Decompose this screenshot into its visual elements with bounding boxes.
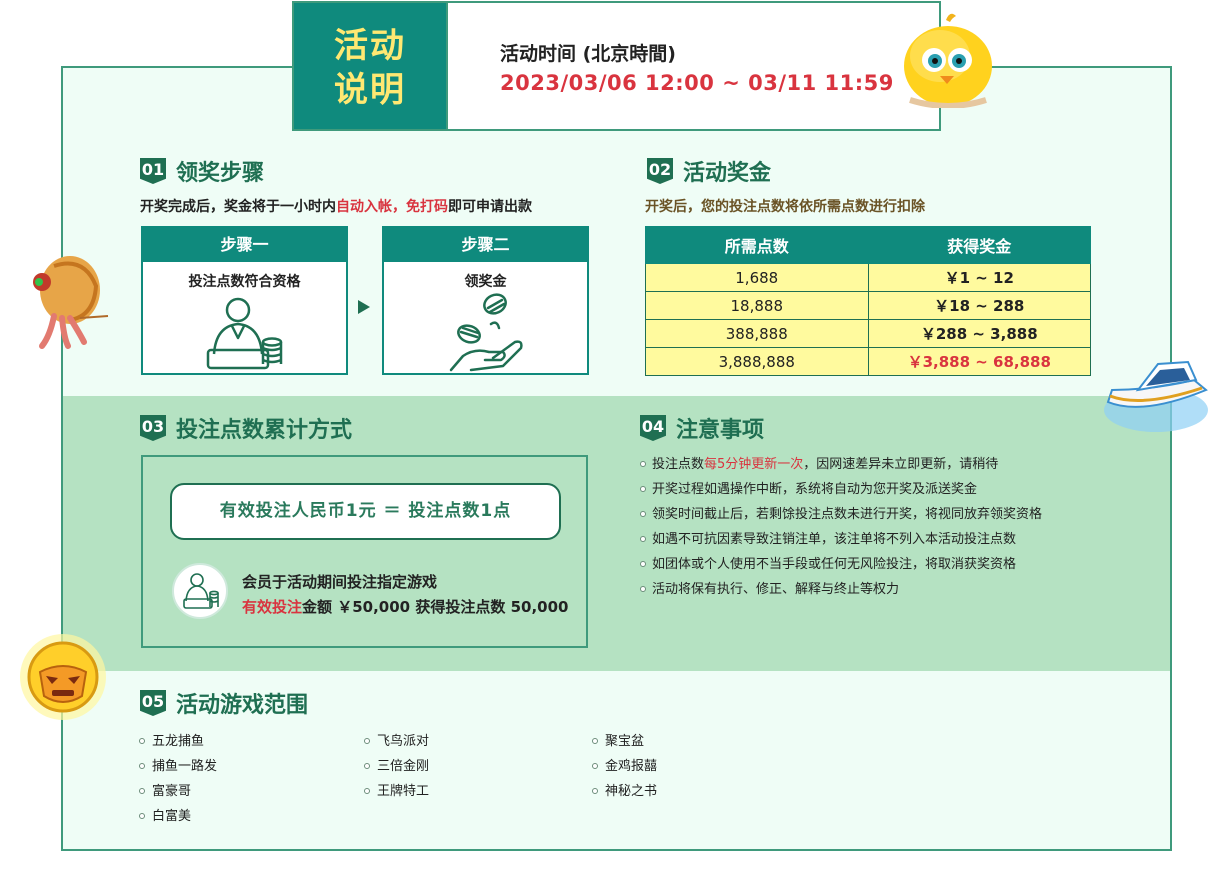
section-01-badge: 01	[140, 158, 166, 184]
golden-mask-icon	[20, 634, 106, 720]
bonus-note: 开奖后，您的投注点数将依所需点数进行扣除	[645, 199, 925, 215]
section-01-heading: 领奖步骤	[176, 161, 265, 186]
step-two-card: 步骤二 领奖金	[382, 226, 589, 375]
header-time-block: 活动时间 (北京時間) 2023/03/06 12:00 ~ 03/11 11:…	[448, 1, 941, 131]
list-item: 神秘之书	[592, 782, 657, 807]
header-title-line1: 活动	[334, 26, 406, 66]
section-03-heading: 投注点数累计方式	[176, 418, 353, 443]
bonus-cell-highlight: ￥3,888 ~ 68,888	[867, 347, 1091, 376]
step-two-head: 步骤二	[384, 228, 587, 262]
list-item: 五龙捕鱼	[139, 732, 217, 757]
table-row: 1,688 ￥1 ~ 12	[645, 263, 1091, 292]
nautilus-mascot-icon	[33, 256, 109, 349]
section-02-badge: 02	[647, 158, 673, 184]
step-one-desc: 投注点数符合资格	[188, 274, 301, 290]
event-time-range: 2023/03/06 12:00 ~ 03/11 11:59	[500, 71, 894, 95]
table-row: 18,888 ￥18 ~ 288	[645, 291, 1091, 320]
section-03-title: 03 投注点数累计方式	[140, 412, 352, 444]
header-title-line2: 说明	[334, 70, 406, 110]
step-two-desc: 领奖金	[464, 274, 507, 290]
person-coins-icon	[206, 297, 282, 370]
list-item: 金鸡报囍	[592, 757, 657, 782]
speedboat-mascot-icon	[1104, 360, 1208, 432]
list-item: 三倍金刚	[364, 757, 429, 782]
list-item: 开奖过程如遇操作中断，系统将自动为您开奖及派送奖金	[640, 480, 1042, 505]
table-row: 3,888,888 ￥3,888 ~ 68,888	[645, 347, 1091, 376]
section-05-title: 05 活动游戏范围	[140, 687, 308, 719]
section-02-heading: 活动奖金	[683, 161, 772, 186]
section-01-title: 01 领奖步骤	[140, 155, 264, 187]
example-line2: 有效投注金额 ￥50,000 获得投注点数 50,000	[242, 596, 568, 617]
section-05-heading: 活动游戏范围	[176, 693, 309, 718]
list-item: 捕鱼一路发	[139, 757, 217, 782]
list-item: 王牌特工	[364, 782, 429, 807]
example-line1: 会员于活动期间投注指定游戏	[242, 573, 438, 591]
list-item: 如遇不可抗因素导致注销注单，该注单将不列入本活动投注点数	[640, 530, 1042, 555]
list-item: 如团体或个人使用不当手段或任何无风险投注，将取消获奖资格	[640, 555, 1042, 580]
section-02-title: 02 活动奖金	[647, 155, 771, 187]
accrual-formula: 有效投注人民币1元 ＝ 投注点数1点	[170, 483, 561, 540]
header-title-block: 活动 说明	[292, 1, 448, 131]
example-rest: 金额 ￥50,000 获得投注点数 50,000	[302, 598, 569, 616]
notice-1-b: ，因网速差异未立即更新，请稍待	[803, 457, 999, 472]
bonus-table-header-points: 所需点数	[645, 226, 869, 264]
bonus-table: 所需点数 获得奖金 1,688 ￥1 ~ 12 18,888 ￥18 ~ 288…	[645, 226, 1091, 376]
step-arrow-icon	[358, 300, 370, 314]
section-04-badge: 04	[640, 415, 666, 441]
notice-1-highlight: 每5分钟更新一次	[704, 457, 804, 472]
step-one-head: 步骤一	[143, 228, 346, 262]
section-03-badge: 03	[140, 415, 166, 441]
claim-note-highlight: 自动入帐，免打码	[336, 199, 448, 215]
bonus-cell: ￥1 ~ 12	[867, 263, 1091, 292]
bonus-cell: ￥288 ~ 3,888	[867, 319, 1091, 348]
list-item: 领奖时间截止后，若剩馀投注点数未进行开奖，将视同放弃领奖资格	[640, 505, 1042, 530]
claim-note-a: 开奖完成后，奖金将于一小时内	[140, 199, 336, 215]
hand-coins-icon	[449, 293, 523, 372]
game-list-col2: 飞鸟派对 三倍金刚 王牌特工	[364, 732, 429, 807]
event-time-label: 活动时间 (北京時間)	[500, 43, 676, 65]
list-item: 富豪哥	[139, 782, 217, 807]
example-highlight: 有效投注	[242, 598, 303, 616]
notice-list: 投注点数每5分钟更新一次，因网速差异未立即更新，请稍待 开奖过程如遇操作中断，系…	[640, 455, 1042, 605]
claim-note-c: 即可申请出款	[448, 199, 532, 215]
section-04-title: 04 注意事项	[640, 412, 764, 444]
game-list-col3: 聚宝盆 金鸡报囍 神秘之书	[592, 732, 657, 807]
example-avatar	[172, 563, 228, 619]
person-coins-small-icon	[183, 573, 219, 609]
section-05-badge: 05	[140, 690, 166, 716]
bonus-table-header-bonus: 获得奖金	[867, 226, 1091, 264]
points-cell: 1,688	[645, 263, 869, 292]
game-list-col1: 五龙捕鱼 捕鱼一路发 富豪哥 白富美	[139, 732, 217, 832]
list-item: 活动将保有执行、修正、解释与终止等权力	[640, 580, 1042, 605]
section-04-heading: 注意事项	[676, 418, 765, 443]
chick-mascot-icon	[904, 13, 992, 108]
claim-note: 开奖完成后，奖金将于一小时内自动入帐，免打码即可申请出款	[140, 196, 532, 216]
points-cell: 3,888,888	[645, 347, 869, 376]
list-item: 投注点数每5分钟更新一次，因网速差异未立即更新，请稍待	[640, 455, 1042, 480]
list-item: 白富美	[139, 807, 217, 832]
list-item: 聚宝盆	[592, 732, 657, 757]
points-cell: 18,888	[645, 291, 869, 320]
list-item: 飞鸟派对	[364, 732, 429, 757]
table-row: 388,888 ￥288 ~ 3,888	[645, 319, 1091, 348]
notice-1-a: 投注点数	[652, 457, 705, 472]
bonus-cell: ￥18 ~ 288	[867, 291, 1091, 320]
points-cell: 388,888	[645, 319, 869, 348]
step-one-card: 步骤一 投注点数符合资格	[141, 226, 348, 375]
